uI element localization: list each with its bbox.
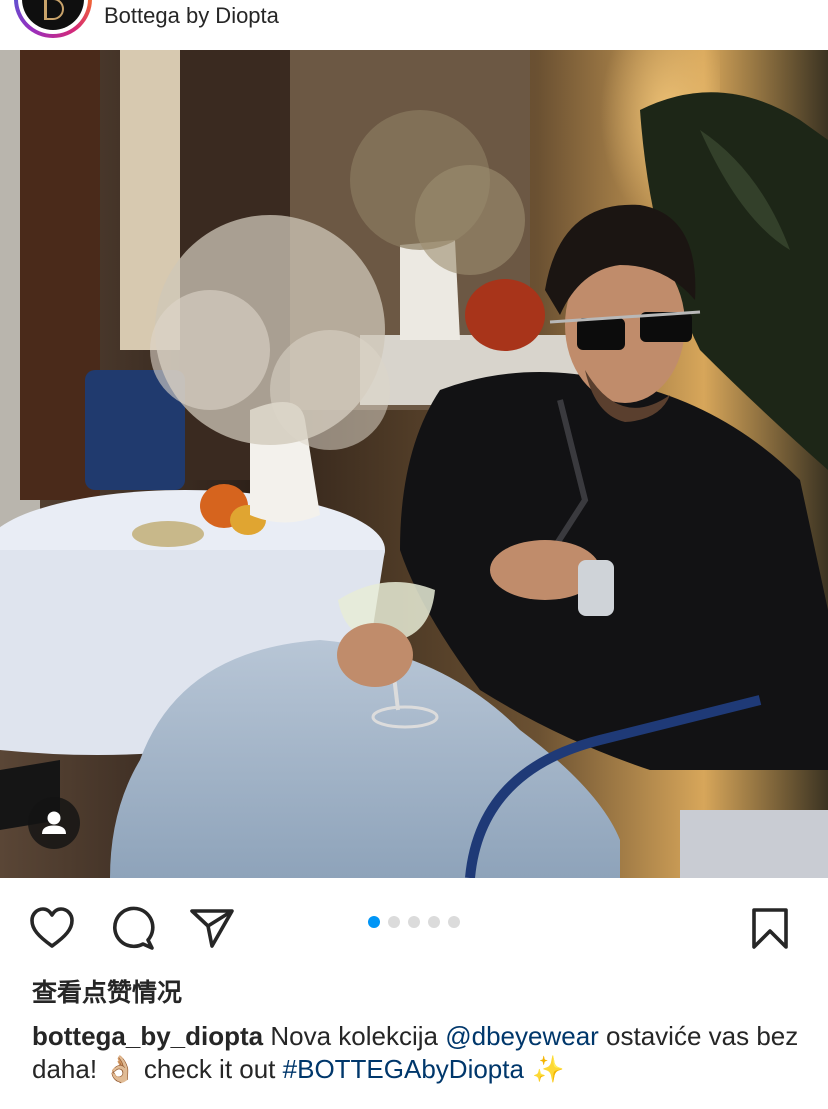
view-likes-link[interactable]: 查看点赞情况	[32, 973, 182, 1009]
save-button[interactable]	[746, 904, 794, 952]
caption-hashtag[interactable]: #BOTTEGAbyDiopta	[283, 1054, 524, 1084]
carousel-indicator	[0, 916, 828, 930]
caption-username[interactable]: bottega_by_diopta	[32, 1021, 263, 1051]
caption-text: check it out	[136, 1054, 283, 1084]
carousel-dot	[388, 916, 400, 928]
carousel-dot	[368, 916, 380, 928]
instagram-post: Bottega by Diopta 查看点赞情况 bottega_by_diop…	[0, 0, 828, 1109]
sparkles-emoji: ✨	[523, 1055, 565, 1085]
account-name[interactable]: Bottega by Diopta	[104, 3, 279, 29]
action-bar	[0, 878, 828, 973]
person-icon	[42, 811, 66, 834]
caption-text: Nova kolekcija	[263, 1021, 446, 1051]
carousel-dot	[448, 916, 460, 928]
caption-mention[interactable]: @dbeyewear	[445, 1021, 599, 1051]
user-tag-button[interactable]	[28, 797, 80, 849]
carousel-dot	[428, 916, 440, 928]
photo-image	[0, 50, 828, 878]
bookmark-icon	[752, 908, 788, 949]
bottega-logo-icon	[22, 0, 84, 30]
post-caption: bottega_by_diopta Nova kolekcija @dbeyew…	[32, 1020, 812, 1087]
account-avatar[interactable]	[14, 0, 92, 38]
ok-hand-emoji: 👌🏼	[104, 1055, 137, 1085]
carousel-dot	[408, 916, 420, 928]
post-photo[interactable]	[0, 50, 828, 878]
post-header: Bottega by Diopta	[0, 0, 828, 50]
